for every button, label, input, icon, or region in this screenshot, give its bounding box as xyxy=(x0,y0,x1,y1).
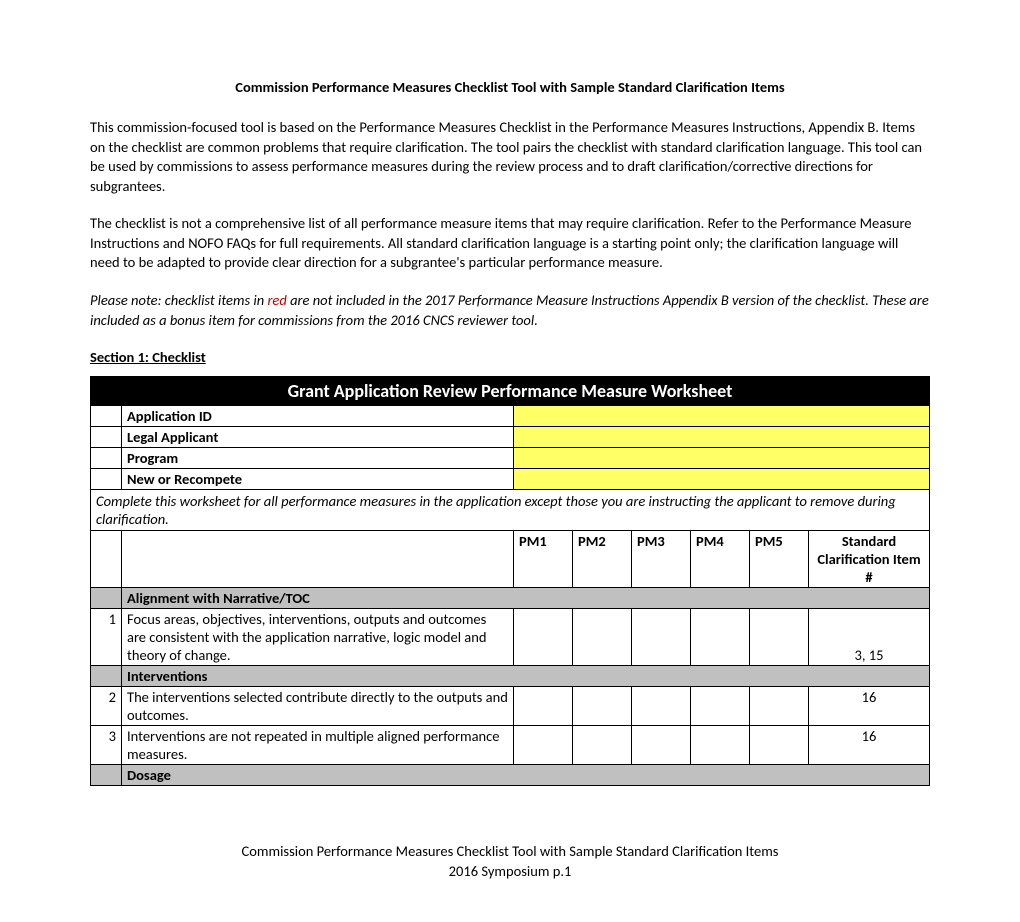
input-new-recompete[interactable] xyxy=(514,469,930,490)
row-label-legal: Legal Applicant xyxy=(122,427,514,448)
note-red-word: red xyxy=(267,291,286,309)
col-head-std: Standard Clarification Item # xyxy=(809,531,930,588)
item-text: The interventions selected contribute di… xyxy=(122,687,514,726)
blank-num-cell xyxy=(91,469,122,490)
item-num: 3 xyxy=(91,726,122,765)
pm5-cell[interactable] xyxy=(750,726,809,765)
col-head-pm3: PM3 xyxy=(632,531,691,588)
blank-num-cell xyxy=(91,765,122,786)
section-interventions: Interventions xyxy=(122,666,930,687)
row-label-app-id: Application ID xyxy=(122,406,514,427)
col-head-pm1: PM1 xyxy=(514,531,573,588)
table-row: 3 Interventions are not repeated in mult… xyxy=(91,726,930,765)
pm1-cell[interactable] xyxy=(514,687,573,726)
input-program[interactable] xyxy=(514,448,930,469)
table-row: 2 The interventions selected contribute … xyxy=(91,687,930,726)
pm3-cell[interactable] xyxy=(632,726,691,765)
col-head-pm4: PM4 xyxy=(691,531,750,588)
input-app-id[interactable] xyxy=(514,406,930,427)
col-head-pm5: PM5 xyxy=(750,531,809,588)
pm1-cell[interactable] xyxy=(514,609,573,666)
blank-num-cell xyxy=(91,406,122,427)
item-text: Focus areas, objectives, interventions, … xyxy=(122,609,514,666)
footer-line-1: Commission Performance Measures Checklis… xyxy=(90,841,930,861)
blank-num-cell xyxy=(91,588,122,609)
pm4-cell[interactable] xyxy=(691,609,750,666)
col-head-pm2: PM2 xyxy=(573,531,632,588)
page-footer: Commission Performance Measures Checklis… xyxy=(90,841,930,882)
input-legal[interactable] xyxy=(514,427,930,448)
note-prefix: Please note: checklist items in xyxy=(90,291,267,309)
std-item-cell: 16 xyxy=(809,687,930,726)
table-row: 1 Focus areas, objectives, interventions… xyxy=(91,609,930,666)
item-num: 2 xyxy=(91,687,122,726)
blank-cell xyxy=(122,531,514,588)
std-item-cell: 16 xyxy=(809,726,930,765)
blank-num-cell xyxy=(91,666,122,687)
table-title: Grant Application Review Performance Mea… xyxy=(91,377,930,406)
blank-num-cell xyxy=(91,531,122,588)
pm3-cell[interactable] xyxy=(632,609,691,666)
row-label-new-recompete: New or Recompete xyxy=(122,469,514,490)
pm5-cell[interactable] xyxy=(750,609,809,666)
pm4-cell[interactable] xyxy=(691,726,750,765)
intro-paragraph-1: This commission-focused tool is based on… xyxy=(90,118,930,196)
section-1-heading: Section 1: Checklist xyxy=(90,348,930,366)
pm2-cell[interactable] xyxy=(573,726,632,765)
std-item-cell: 3, 15 xyxy=(809,609,930,666)
instruction-row: Complete this worksheet for all performa… xyxy=(91,490,930,531)
worksheet-table: Grant Application Review Performance Mea… xyxy=(90,376,930,786)
pm1-cell[interactable] xyxy=(514,726,573,765)
pm3-cell[interactable] xyxy=(632,687,691,726)
blank-num-cell xyxy=(91,427,122,448)
blank-num-cell xyxy=(91,448,122,469)
pm2-cell[interactable] xyxy=(573,687,632,726)
intro-paragraph-2: The checklist is not a comprehensive lis… xyxy=(90,214,930,273)
pm4-cell[interactable] xyxy=(691,687,750,726)
footer-line-2: 2016 Symposium p.1 xyxy=(90,861,930,881)
item-num: 1 xyxy=(91,609,122,666)
pm2-cell[interactable] xyxy=(573,609,632,666)
note-paragraph: Please note: checklist items in red are … xyxy=(90,291,930,330)
section-alignment: Alignment with Narrative/TOC xyxy=(122,588,930,609)
pm5-cell[interactable] xyxy=(750,687,809,726)
document-title: Commission Performance Measures Checklis… xyxy=(90,78,930,96)
item-text: Interventions are not repeated in multip… xyxy=(122,726,514,765)
section-dosage: Dosage xyxy=(122,765,930,786)
row-label-program: Program xyxy=(122,448,514,469)
